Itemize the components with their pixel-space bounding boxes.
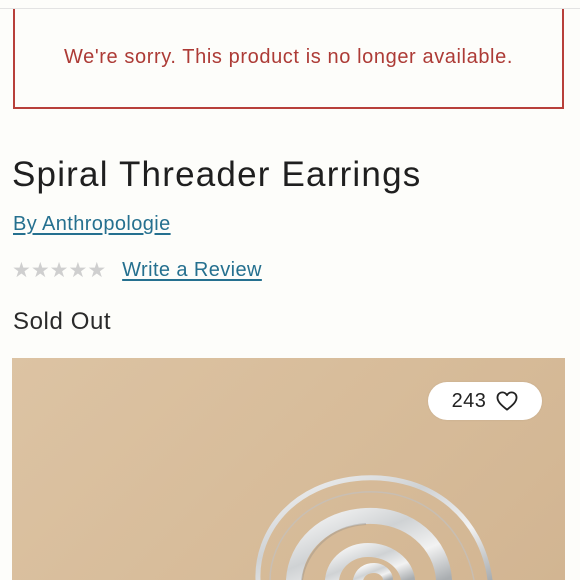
star-icon: ★ <box>12 258 31 282</box>
brand-link[interactable]: By Anthropologie <box>13 213 171 236</box>
alert-message: We're sorry. This product is no longer a… <box>64 45 513 68</box>
heart-icon <box>496 391 518 411</box>
write-review-link[interactable]: Write a Review <box>122 259 262 282</box>
star-icon: ★ <box>30 258 50 282</box>
star-icon: ★ <box>49 258 69 282</box>
star-rating: ★ ★ ★ ★ ★ <box>12 258 107 282</box>
availability-status: Sold Out <box>13 308 112 335</box>
like-button[interactable]: 243 <box>428 382 542 420</box>
product-title: Spiral Threader Earrings <box>12 155 422 194</box>
rating-row: ★ ★ ★ ★ ★ Write a Review <box>12 259 262 282</box>
star-icon: ★ <box>87 258 107 282</box>
unavailable-alert: We're sorry. This product is no longer a… <box>13 9 564 109</box>
like-count: 243 <box>451 389 487 412</box>
star-icon: ★ <box>68 258 88 282</box>
product-page: We're sorry. This product is no longer a… <box>0 0 580 580</box>
